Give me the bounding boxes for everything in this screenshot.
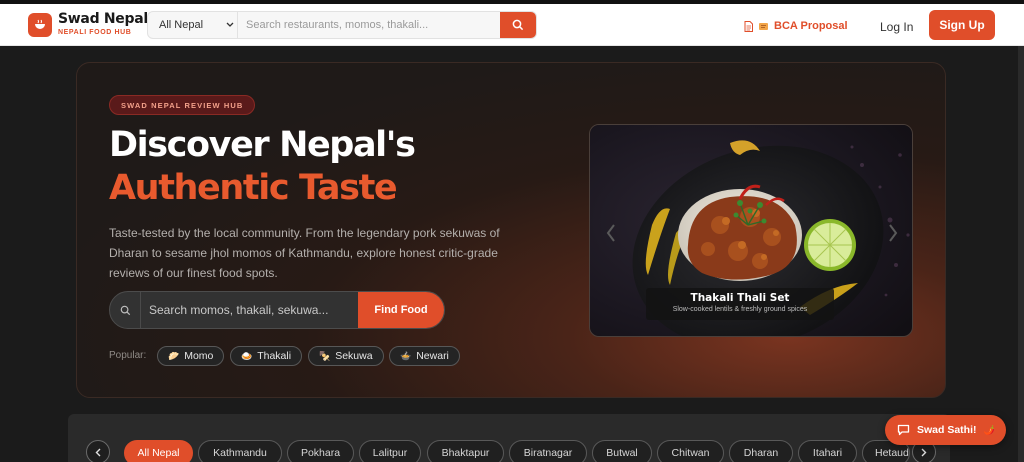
stew-icon: 🍲: [400, 350, 412, 361]
city-pill-lalitpur[interactable]: Lalitpur: [359, 440, 421, 462]
chat-button-label: Swad Sathi!: [917, 424, 977, 436]
header-search-button[interactable]: [500, 12, 536, 38]
city-scroll-left-button[interactable]: [86, 440, 110, 462]
featured-dish-card[interactable]: Thakali Thali Set Slow-cooked lentils & …: [589, 124, 913, 337]
search-icon: [110, 292, 141, 328]
featured-dish-caption: Thakali Thali Set Slow-cooked lentils & …: [646, 288, 834, 320]
region-select[interactable]: All Nepal: [148, 12, 238, 38]
hero-search-input[interactable]: Search momos, thakali, sekuwa...: [149, 303, 328, 317]
login-link[interactable]: Log In: [880, 20, 913, 34]
chevron-down-icon: [226, 22, 234, 27]
popular-chip-label: Thakali: [257, 350, 292, 362]
header-search-bar: All Nepal Search restaurants, momos, tha…: [147, 11, 537, 39]
logo-bowl-icon[interactable]: [28, 13, 52, 37]
chili-icon: 🌶️: [983, 424, 995, 435]
signup-button[interactable]: Sign Up: [929, 10, 995, 40]
city-pill-all-nepal[interactable]: All Nepal: [124, 440, 193, 462]
swad-sathi-chat-button[interactable]: Swad Sathi! 🌶️: [885, 415, 1006, 445]
brand-tagline: NEPALI FOOD HUB: [58, 29, 132, 36]
top-navbar: Swad Nepal NEPALI FOOD HUB All Nepal Sea…: [0, 4, 1024, 46]
document-icon: [744, 20, 753, 32]
curry-icon: 🍛: [241, 350, 253, 361]
popular-chip-newari[interactable]: 🍲 Newari: [389, 346, 460, 366]
popular-chip-thakali[interactable]: 🍛 Thakali: [230, 346, 303, 366]
city-pill-itahari[interactable]: Itahari: [798, 440, 857, 462]
popular-chip-momo[interactable]: 🥟 Momo: [157, 346, 225, 366]
featured-dish-title: Thakali Thali Set: [690, 292, 790, 304]
bca-proposal-label: BCA Proposal: [774, 20, 848, 32]
city-pill-pokhara[interactable]: Pokhara: [287, 440, 354, 462]
chat-bubble-icon: [897, 424, 910, 436]
skewer-icon: 🍢: [319, 350, 331, 361]
city-pill-dharan[interactable]: Dharan: [729, 440, 793, 462]
hero-title-line1: Discover Nepal's: [109, 125, 416, 165]
featured-dish-subtitle: Slow-cooked lentils & freshly ground spi…: [672, 306, 808, 313]
hero-title-line2: Authentic Taste: [109, 168, 398, 208]
popular-chip-label: Newari: [416, 350, 449, 362]
popular-chip-sekuwa[interactable]: 🍢 Sekuwa: [308, 346, 384, 366]
hero-search-bar: Search momos, thakali, sekuwa... Find Fo…: [109, 291, 445, 329]
brand-name[interactable]: Swad Nepal: [58, 11, 148, 27]
popular-label: Popular:: [109, 350, 147, 361]
city-pill-biratnagar[interactable]: Biratnagar: [509, 440, 587, 462]
popular-chip-label: Sekuwa: [335, 350, 373, 362]
header-search-input[interactable]: Search restaurants, momos, thakali...: [246, 19, 428, 31]
scroll-icon: [759, 22, 768, 30]
popular-chip-label: Momo: [184, 350, 214, 362]
chevron-left-icon: [95, 448, 101, 456]
region-select-value: All Nepal: [159, 19, 204, 31]
hero-section: SWAD NEPAL REVIEW HUB Discover Nepal's A…: [76, 62, 946, 398]
chevron-right-icon: [921, 448, 927, 456]
city-pill-kathmandu[interactable]: Kathmandu: [198, 440, 282, 462]
city-pill-bhaktapur[interactable]: Bhaktapur: [427, 440, 504, 462]
page-scrollbar[interactable]: [1018, 46, 1024, 462]
bca-proposal-link[interactable]: BCA Proposal: [744, 20, 848, 32]
search-icon: [512, 19, 524, 31]
find-food-button[interactable]: Find Food: [358, 292, 444, 328]
dumpling-icon: 🥟: [168, 350, 180, 361]
city-pill-chitwan[interactable]: Chitwan: [657, 440, 724, 462]
hero-badge: SWAD NEPAL REVIEW HUB: [109, 95, 256, 115]
hero-description: Taste-tested by the local community. Fro…: [109, 226, 500, 280]
city-pill-butwal[interactable]: Butwal: [592, 440, 652, 462]
